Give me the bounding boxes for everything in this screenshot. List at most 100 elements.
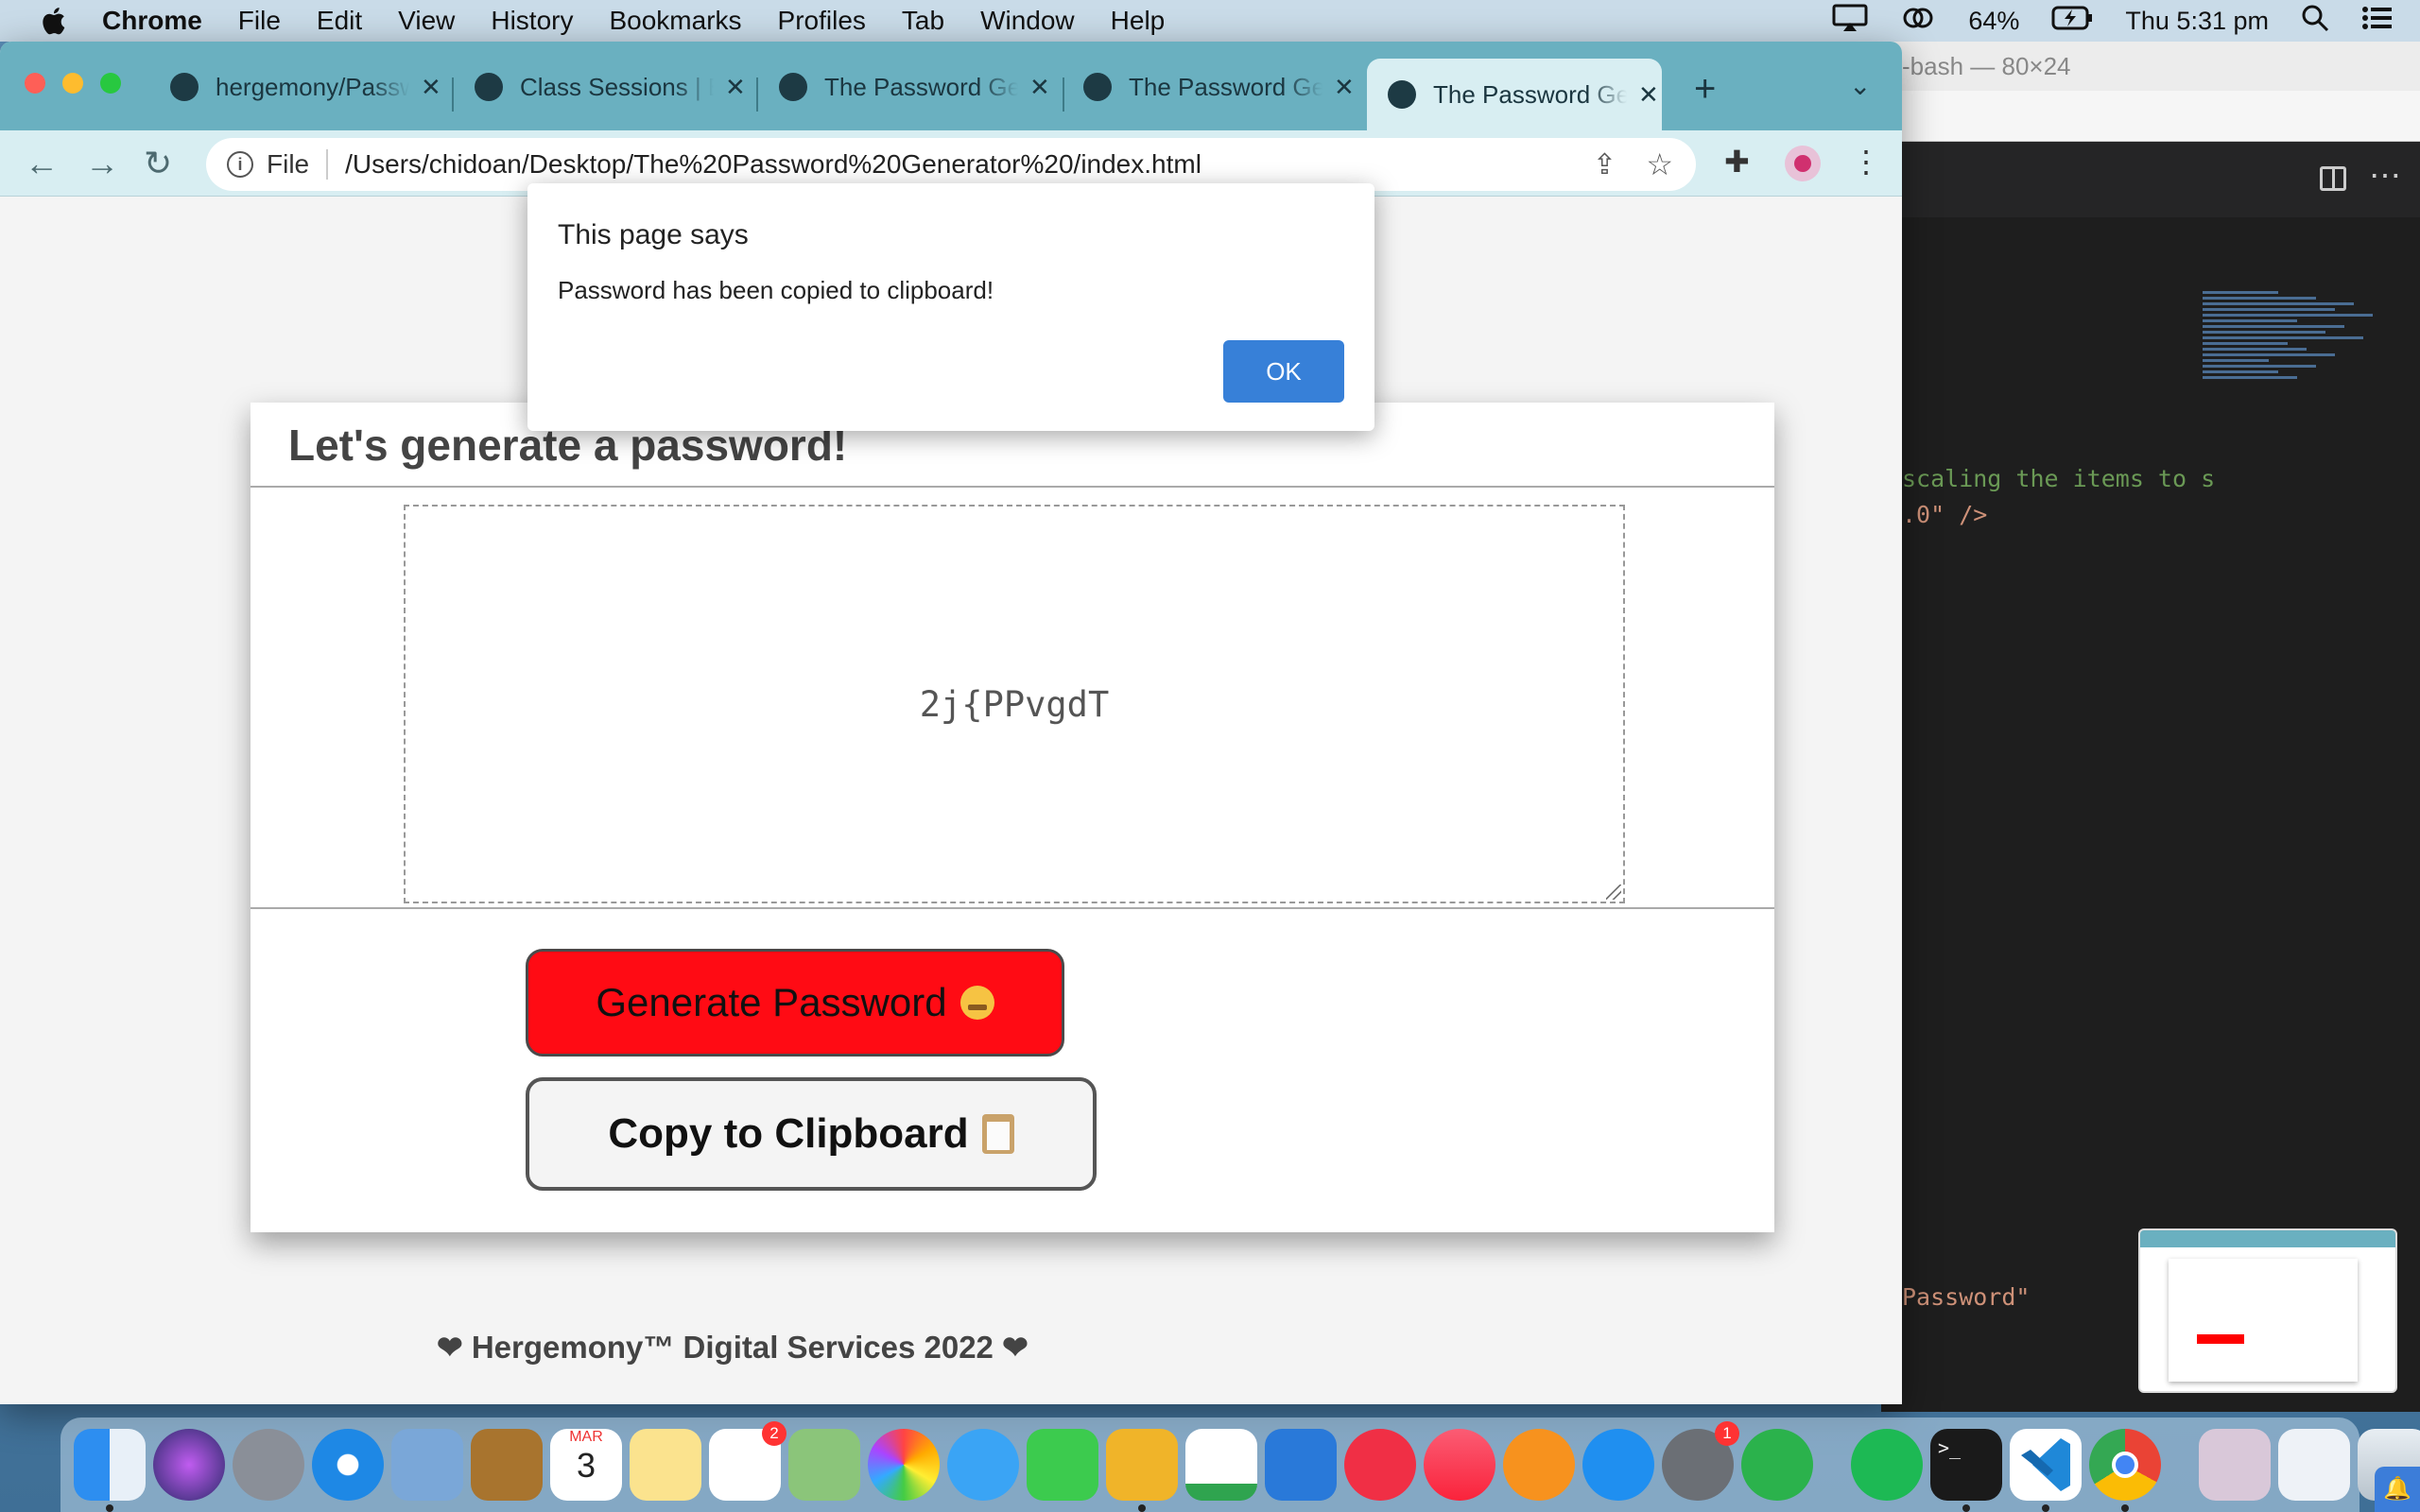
generate-password-button[interactable]: Generate Password bbox=[526, 949, 1064, 1057]
close-icon[interactable]: ✕ bbox=[1334, 73, 1355, 102]
menu-bookmarks[interactable]: Bookmarks bbox=[609, 6, 741, 36]
tab-password-generator-2[interactable]: The Password Generator ✕ bbox=[1063, 60, 1357, 113]
close-icon[interactable]: ✕ bbox=[421, 73, 441, 102]
split-editor-icon[interactable] bbox=[2320, 166, 2346, 191]
tab-search-chevron-icon[interactable]: ⌄ bbox=[1849, 70, 1871, 101]
app-store-icon[interactable] bbox=[1582, 1429, 1654, 1501]
maps-icon[interactable] bbox=[788, 1429, 860, 1501]
apple-icon[interactable] bbox=[40, 6, 66, 36]
spotify-icon[interactable] bbox=[1851, 1429, 1923, 1501]
minimize-window-button[interactable] bbox=[62, 73, 83, 94]
menu-tab[interactable]: Tab bbox=[902, 6, 944, 36]
tab-password-generator-1[interactable]: The Password Generator ✕ bbox=[758, 60, 1053, 113]
creative-cloud-icon[interactable] bbox=[1900, 4, 1936, 39]
back-arrow-icon[interactable]: ← bbox=[25, 144, 59, 183]
terminal-window[interactable]: -bash — 80×24 ⋯ bbox=[1881, 42, 2420, 1412]
menu-app-name[interactable]: Chrome bbox=[102, 6, 202, 36]
menu-edit[interactable]: Edit bbox=[317, 6, 362, 36]
site-info-icon[interactable]: i bbox=[227, 151, 253, 178]
tab-class-sessions[interactable]: Class Sessions | Bootcamp ✕ bbox=[454, 60, 749, 113]
url-text[interactable]: /Users/chidoan/Desktop/The%20Password%20… bbox=[345, 149, 1201, 180]
new-tab-button[interactable]: + bbox=[1694, 68, 1716, 111]
books-icon[interactable] bbox=[1503, 1429, 1575, 1501]
profile-avatar[interactable] bbox=[1785, 146, 1821, 181]
generator-card: Let's generate a password! 2j{PPvgdT Gen… bbox=[251, 403, 1774, 1232]
thumbnail-red-button bbox=[2197, 1334, 2244, 1344]
safari-icon[interactable] bbox=[312, 1429, 384, 1501]
close-icon[interactable]: ✕ bbox=[1029, 73, 1050, 102]
control-center-icon[interactable] bbox=[2361, 5, 2394, 38]
music-icon[interactable] bbox=[1424, 1429, 1495, 1501]
menu-window[interactable]: Window bbox=[980, 6, 1075, 36]
vscode-icon[interactable] bbox=[2010, 1429, 2082, 1512]
menu-view[interactable]: View bbox=[398, 6, 455, 36]
alert-dialog: This page says Password has been copied … bbox=[527, 183, 1374, 431]
notes-icon[interactable] bbox=[630, 1429, 701, 1501]
robinhood-icon[interactable] bbox=[1741, 1429, 1813, 1501]
menu-history[interactable]: History bbox=[491, 6, 573, 36]
chrome-center bbox=[2112, 1452, 2138, 1478]
chrome-menu-icon[interactable]: ⋮ bbox=[1851, 144, 1881, 180]
reload-icon[interactable]: ↻ bbox=[144, 144, 172, 183]
copy-to-clipboard-button[interactable]: Copy to Clipboard bbox=[526, 1077, 1097, 1191]
pages-icon[interactable] bbox=[1106, 1429, 1178, 1512]
menu-file[interactable]: File bbox=[238, 6, 281, 36]
window-thumbnail-preview[interactable] bbox=[2138, 1228, 2397, 1393]
finder-icon[interactable] bbox=[74, 1429, 146, 1512]
photos-icon[interactable] bbox=[868, 1429, 940, 1501]
menu-profiles[interactable]: Profiles bbox=[778, 6, 866, 36]
messages-icon[interactable] bbox=[947, 1429, 1019, 1501]
bookmark-star-icon[interactable]: ☆ bbox=[1646, 146, 1673, 182]
chrome-icon[interactable] bbox=[2089, 1429, 2161, 1512]
password-textarea[interactable]: 2j{PPvgdT bbox=[404, 505, 1625, 903]
news-icon[interactable] bbox=[1344, 1429, 1416, 1501]
spotlight-search-icon[interactable] bbox=[2301, 4, 2329, 39]
code-comment-line: scaling the items to s bbox=[1902, 465, 2216, 492]
running-indicator bbox=[2121, 1504, 2129, 1512]
editor-minimap[interactable] bbox=[2203, 288, 2392, 524]
numbers-icon[interactable] bbox=[1185, 1429, 1257, 1501]
close-window-button[interactable] bbox=[25, 73, 45, 94]
globe-icon bbox=[1083, 73, 1112, 101]
calendar-month: MAR bbox=[569, 1429, 603, 1445]
close-icon[interactable]: ✕ bbox=[1638, 80, 1659, 110]
tab-github[interactable]: hergemony/Password-Generator ✕ bbox=[149, 60, 444, 113]
alert-title: This page says bbox=[558, 219, 749, 250]
terminal-icon[interactable]: >_ bbox=[1930, 1429, 2002, 1512]
zoom-window-button[interactable] bbox=[100, 73, 121, 94]
recent-window-icon[interactable] bbox=[2278, 1429, 2350, 1501]
facetime-icon[interactable] bbox=[1027, 1429, 1098, 1501]
contacts-icon[interactable] bbox=[471, 1429, 543, 1501]
downloads-stack-icon[interactable] bbox=[2199, 1429, 2271, 1501]
keynote-icon[interactable] bbox=[1265, 1429, 1337, 1501]
card-footer: Generate Password Copy to Clipboard bbox=[251, 911, 1774, 1232]
running-indicator bbox=[2042, 1504, 2049, 1512]
page-footer: ❤ Hergemony™ Digital Services 2022 ❤ bbox=[437, 1330, 1028, 1365]
running-indicator bbox=[1138, 1504, 1146, 1512]
extensions-puzzle-icon[interactable]: ✚ bbox=[1724, 144, 1750, 180]
airplay-icon[interactable] bbox=[1832, 4, 1868, 39]
terminal-tab-bar bbox=[1881, 91, 2420, 142]
share-icon[interactable]: ⇪ bbox=[1593, 148, 1616, 181]
tab-label: The Password Generator bbox=[824, 72, 1018, 101]
menu-help[interactable]: Help bbox=[1111, 6, 1166, 36]
tab-label: The Password Generator bbox=[1129, 72, 1322, 101]
notification-bell-icon[interactable]: 🔔 bbox=[2375, 1467, 2420, 1512]
battery-icon[interactable] bbox=[2051, 6, 2093, 37]
launchpad-icon[interactable] bbox=[233, 1429, 304, 1501]
close-icon[interactable]: ✕ bbox=[725, 73, 746, 102]
reminders-icon[interactable]: 2 bbox=[709, 1421, 786, 1501]
siri-icon[interactable] bbox=[153, 1429, 225, 1501]
forward-arrow-icon[interactable]: → bbox=[85, 144, 119, 183]
system-preferences-icon[interactable]: 1 bbox=[1662, 1421, 1739, 1501]
tab-label: hergemony/Password-Generator bbox=[216, 72, 409, 101]
alert-ok-button[interactable]: OK bbox=[1223, 340, 1344, 403]
more-actions-icon[interactable]: ⋯ bbox=[2369, 157, 2401, 195]
resize-handle-icon[interactable] bbox=[1606, 885, 1621, 900]
mail-icon[interactable] bbox=[391, 1429, 463, 1501]
calendar-icon[interactable]: MAR 3 bbox=[550, 1429, 622, 1501]
password-text: 2j{PPvgdT bbox=[919, 683, 1110, 725]
generate-button-label: Generate Password bbox=[596, 980, 947, 1024]
menubar-clock[interactable]: Thu 5:31 pm bbox=[2125, 7, 2269, 36]
tab-password-generator-active[interactable]: The Password Generator ✕ bbox=[1367, 59, 1662, 130]
